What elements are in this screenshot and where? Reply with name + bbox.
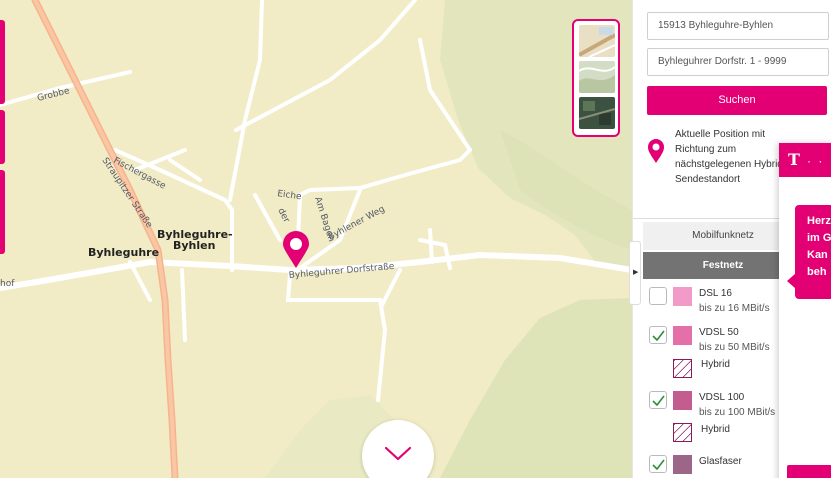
hybrid-label: Hybrid bbox=[701, 359, 730, 370]
legend-title: VDSL 100 bbox=[699, 392, 745, 403]
chat-line: im G bbox=[807, 232, 831, 244]
checkmark-icon bbox=[652, 330, 665, 341]
chat-line: Kan bbox=[807, 249, 828, 261]
checkmark-icon bbox=[652, 395, 665, 406]
search-button[interactable]: Suchen bbox=[647, 86, 827, 115]
street-label-der: der bbox=[275, 207, 291, 225]
chat-header[interactable]: T · · bbox=[779, 143, 831, 177]
legend-checkbox-vdsl100[interactable] bbox=[649, 391, 667, 409]
hybrid-hatch-swatch bbox=[673, 423, 692, 442]
legend-checkbox-glasfaser[interactable] bbox=[649, 455, 667, 473]
address-input[interactable]: 15913 Byhleguhre-Byhlen bbox=[647, 12, 829, 40]
left-tab-3[interactable] bbox=[0, 170, 5, 254]
legend-subtitle: bis zu 16 MBit/s bbox=[699, 303, 770, 314]
legend-title: DSL 16 bbox=[699, 288, 732, 299]
legend-title: Glasfaser bbox=[699, 456, 742, 467]
checkmark-icon bbox=[652, 459, 665, 470]
chat-line: beh bbox=[807, 266, 827, 278]
place-label-byhleguhre-byhlen-2: Byhlen bbox=[173, 239, 215, 252]
place-label-hof: hof bbox=[0, 279, 15, 289]
chat-line: Herz bbox=[807, 215, 831, 227]
left-tab-1[interactable] bbox=[0, 20, 5, 104]
map-layer-thumbnail[interactable] bbox=[579, 25, 615, 57]
telekom-logo: T bbox=[788, 150, 800, 169]
hybrid-label: Hybrid bbox=[701, 424, 730, 435]
street-input[interactable]: Byhleguhrer Dorfstr. 1 - 9999 bbox=[647, 48, 829, 76]
chat-action-button[interactable] bbox=[787, 465, 831, 478]
panel-toggle-handle[interactable]: ▶ bbox=[629, 241, 641, 305]
legend-title: VDSL 50 bbox=[699, 327, 739, 338]
terrain-layer-thumbnail[interactable] bbox=[579, 61, 615, 93]
map-view[interactable]: Grobbe Fischergasse Straupitzer Straße E… bbox=[0, 0, 632, 478]
left-tab-2[interactable] bbox=[0, 110, 5, 164]
caret-right-icon: ▶ bbox=[633, 269, 639, 276]
street-label-byhlener-weg: Byhlener Weg bbox=[327, 204, 387, 242]
hybrid-hatch-swatch bbox=[673, 359, 692, 378]
legend-checkbox-dsl16[interactable] bbox=[649, 287, 667, 305]
legend-subtitle: bis zu 50 MBit/s bbox=[699, 342, 770, 353]
street-map-icon bbox=[579, 25, 615, 57]
place-label-byhleguhre: Byhleguhre bbox=[88, 246, 159, 259]
satellite-layer-thumbnail[interactable] bbox=[579, 97, 615, 129]
legend-subtitle: bis zu 100 MBit/s bbox=[699, 407, 776, 418]
position-description: Aktuelle Position mit Richtung zum nächs… bbox=[675, 129, 787, 185]
terrain-map-icon bbox=[579, 61, 615, 93]
legend-swatch-glasfaser bbox=[673, 455, 692, 474]
map-canvas[interactable]: Grobbe Fischergasse Straupitzer Straße E… bbox=[0, 0, 632, 478]
chat-header-dots: · · bbox=[807, 154, 825, 168]
legend-swatch-vdsl50 bbox=[673, 326, 692, 345]
app-window: Grobbe Fischergasse Straupitzer Straße E… bbox=[0, 0, 831, 478]
chat-message-bubble: Herz im G Kan beh bbox=[795, 205, 831, 299]
legend-swatch-dsl16 bbox=[673, 287, 692, 306]
street-label-eiche: Eiche bbox=[277, 189, 303, 202]
forest-area-bottom-right bbox=[440, 298, 632, 478]
satellite-map-icon bbox=[579, 97, 615, 129]
legend-swatch-vdsl100 bbox=[673, 391, 692, 410]
chevron-down-icon bbox=[384, 446, 412, 461]
chat-widget[interactable]: T · · Herz im G Kan beh bbox=[779, 143, 831, 478]
position-pin-icon bbox=[648, 139, 664, 163]
legend-checkbox-vdsl50[interactable] bbox=[649, 326, 667, 344]
layer-switcher bbox=[572, 19, 620, 137]
minor-roads bbox=[0, 0, 472, 402]
